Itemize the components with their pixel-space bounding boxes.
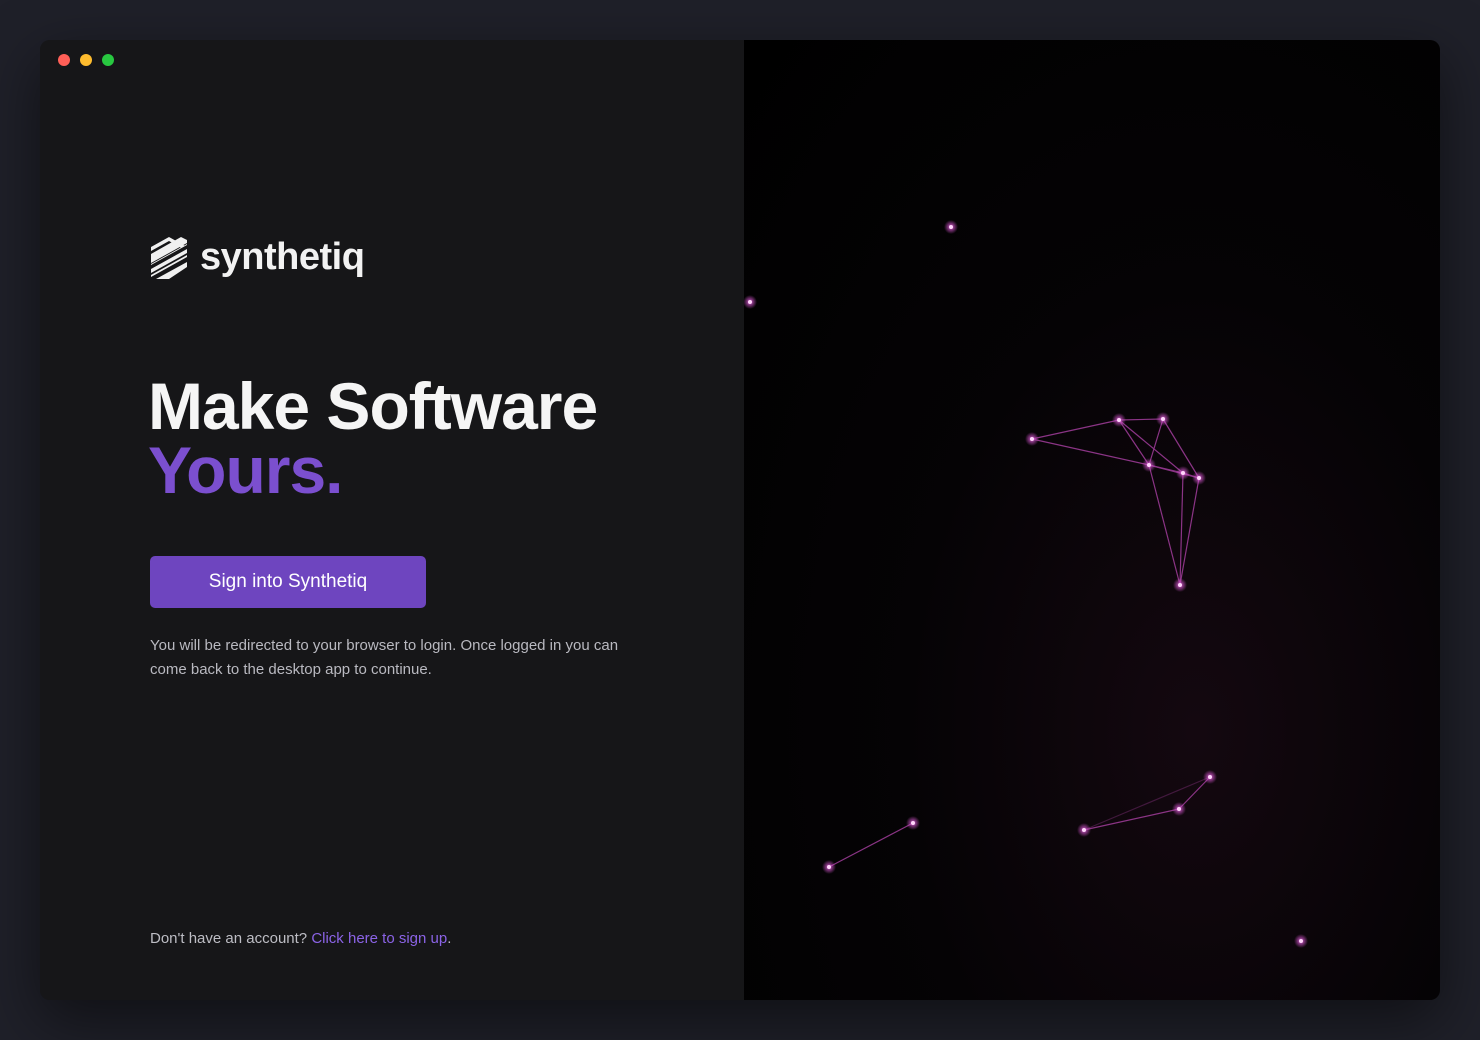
- network-visual-panel: [744, 40, 1440, 1000]
- signup-row: Don't have an account? Click here to sig…: [150, 930, 451, 947]
- sign-in-button[interactable]: Sign into Synthetiq: [150, 556, 426, 608]
- synthetiq-logo-icon: [151, 236, 187, 279]
- node-10: [1203, 770, 1217, 784]
- maximize-window-button[interactable]: [102, 54, 114, 66]
- minimize-window-button[interactable]: [80, 54, 92, 66]
- node-7: [1176, 466, 1190, 480]
- network-graph: [744, 220, 1308, 948]
- node-2: [744, 295, 757, 309]
- node-11: [1172, 802, 1186, 816]
- node-1: [944, 220, 958, 234]
- app-window: synthetiq Make Software Yours. Sign into…: [40, 40, 1440, 1000]
- node-13: [906, 816, 920, 830]
- node-5: [1156, 412, 1170, 426]
- logo-text: synthetiq: [200, 236, 365, 278]
- hero-line-2: Yours.: [148, 433, 343, 507]
- signup-link[interactable]: Click here to sign up: [311, 930, 447, 947]
- login-panel: synthetiq Make Software Yours. Sign into…: [40, 40, 744, 1000]
- logo: synthetiq: [150, 236, 365, 279]
- hero-line-1: Make Software: [148, 369, 598, 443]
- node-9: [1173, 578, 1187, 592]
- signup-suffix: .: [447, 930, 452, 947]
- signup-prompt: Don't have an account?: [150, 930, 312, 947]
- redirect-note: You will be redirected to your browser t…: [150, 637, 619, 678]
- graph-edges: [828, 418, 1211, 868]
- node-4: [1112, 413, 1126, 427]
- graph-nodes: [744, 220, 1308, 948]
- node-14: [822, 860, 836, 874]
- hero-headline: Make Software Yours.: [148, 373, 598, 507]
- node-6: [1142, 458, 1156, 472]
- node-3: [1025, 432, 1039, 446]
- close-window-button[interactable]: [58, 54, 70, 66]
- node-8: [1192, 471, 1206, 485]
- node-12: [1077, 823, 1091, 837]
- window-controls: [58, 54, 114, 66]
- node-15: [1294, 934, 1308, 948]
